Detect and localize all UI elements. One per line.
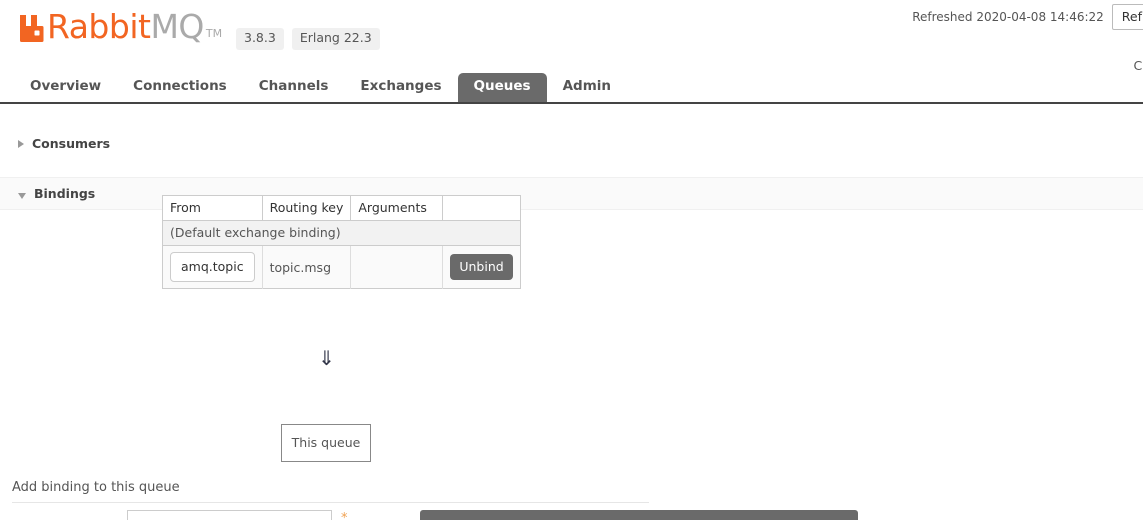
tab-connections[interactable]: Connections (117, 72, 243, 102)
column-header-actions (442, 195, 521, 221)
binding-arguments-cell (350, 245, 444, 289)
logo-brand-secondary: MQ (150, 7, 204, 46)
trademark-mark: TM (205, 27, 223, 40)
column-header-from: From (162, 195, 263, 221)
section-consumers-label: Consumers (32, 136, 111, 151)
rabbitmq-management-page: Process memory ? 16kiB RabbitMQTM 3.8.3 … (0, 0, 1143, 520)
rabbitmq-logo[interactable]: RabbitMQ TM (18, 7, 229, 46)
binding-from-cell: amq.topic (162, 245, 263, 289)
erlang-version-badge: Erlang 22.3 (291, 28, 380, 50)
binding-actions-cell: Unbind (442, 245, 521, 289)
required-marker: * (341, 511, 348, 520)
bindings-table-wrapper: From Routing key Arguments (Default exch… (162, 195, 521, 289)
tab-exchanges[interactable]: Exchanges (344, 72, 458, 102)
refresh-button[interactable]: Refresh (1111, 4, 1143, 30)
column-header-routing-key: Routing key (262, 195, 352, 221)
refresh-area: Refreshed 2020-04-08 14:46:22 Refresh (912, 4, 1143, 30)
version-badge: 3.8.3 (236, 28, 284, 50)
unbind-button[interactable]: Unbind (450, 254, 513, 280)
tab-queues[interactable]: Queues (457, 72, 547, 102)
triangle-down-icon (18, 192, 26, 199)
binding-routing-key-cell: topic.msg (262, 245, 352, 289)
this-queue-box: This queue (281, 424, 371, 462)
tab-channels[interactable]: Channels (242, 72, 345, 102)
add-binding-input[interactable] (127, 510, 332, 520)
binding-routing-key-value: topic.msg (269, 259, 332, 275)
logo-brand-primary: Rabbit (47, 7, 151, 46)
flow-down-arrow-icon: ⇓ (318, 346, 335, 370)
add-binding-section-title: Add binding to this queue (12, 480, 649, 503)
table-header-row: From Routing key Arguments (162, 195, 521, 221)
column-header-arguments: Arguments (350, 195, 444, 221)
tab-overview[interactable]: Overview (14, 72, 118, 102)
section-bindings-label: Bindings (34, 186, 96, 201)
section-consumers[interactable]: Consumers (0, 128, 1143, 159)
refreshed-timestamp: Refreshed 2020-04-08 14:46:22 (912, 10, 1104, 24)
add-binding-form: * (0, 508, 1143, 520)
tab-admin[interactable]: Admin (546, 72, 627, 102)
bindings-table: From Routing key Arguments (Default exch… (162, 195, 521, 289)
triangle-right-icon (18, 139, 24, 148)
main-navigation: Overview Connections Channels Exchanges … (0, 70, 1143, 104)
add-binding-submit-button[interactable] (420, 510, 858, 520)
default-exchange-binding-row: (Default exchange binding) (162, 220, 521, 246)
exchange-link-amq-topic[interactable]: amq.topic (170, 252, 255, 282)
default-exchange-binding-label: (Default exchange binding) (162, 220, 521, 246)
table-row: amq.topic topic.msg Unbind (162, 245, 521, 289)
queue-detail-content: Consumers Bindings From Routing key Argu… (0, 104, 1143, 520)
version-badges: 3.8.3 Erlang 22.3 (236, 28, 380, 50)
rabbitmq-logo-icon (18, 13, 44, 43)
